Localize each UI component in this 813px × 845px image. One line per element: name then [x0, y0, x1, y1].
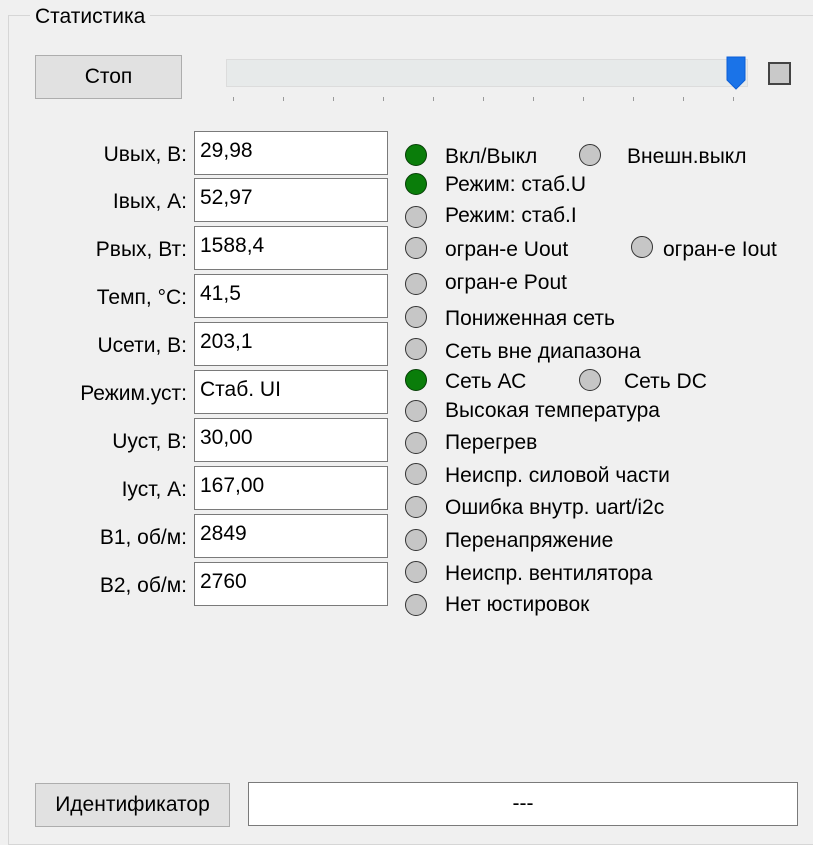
- field-fan1[interactable]: 2849: [194, 514, 388, 558]
- led-fan-fault: [405, 561, 427, 583]
- status-no-calibration: Нет юстировок: [445, 593, 590, 616]
- led-power-fault: [405, 463, 427, 485]
- led-limit-iout: [631, 236, 653, 258]
- led-no-calibration: [405, 594, 427, 616]
- field-mode-set[interactable]: Стаб. UI: [194, 370, 388, 414]
- slider-track[interactable]: [226, 59, 748, 87]
- status-high-temp: Высокая температура: [445, 399, 660, 422]
- field-umains[interactable]: 203,1: [194, 322, 388, 366]
- groupbox-title: Статистика: [30, 5, 151, 29]
- state-indicator-square: [768, 62, 791, 85]
- field-iout[interactable]: 52,97: [194, 178, 388, 222]
- label-temp: Темп, °С:: [96, 286, 187, 309]
- slider-tick: [733, 97, 734, 101]
- status-ext-off: Внешн.выкл: [627, 145, 747, 168]
- status-power-fault: Неиспр. силовой части: [445, 464, 670, 487]
- label-mode-set: Режим.уст:: [80, 382, 187, 405]
- led-ext-off: [579, 144, 601, 166]
- status-mode-stab-i: Режим: стаб.I: [445, 204, 577, 227]
- led-mode-stab-u: [405, 173, 427, 195]
- led-mode-stab-i: [405, 206, 427, 228]
- led-on-off: [405, 144, 427, 166]
- slider-thumb[interactable]: [726, 56, 746, 90]
- field-temp[interactable]: 41,5: [194, 274, 388, 318]
- status-uart-error: Ошибка внутр. uart/i2c: [445, 496, 665, 519]
- slider-tick: [683, 97, 684, 101]
- stop-button[interactable]: Стоп: [35, 55, 182, 99]
- field-fan2[interactable]: 2760: [194, 562, 388, 606]
- label-fan2: В2, об/м:: [99, 574, 187, 597]
- led-limit-pout: [405, 273, 427, 295]
- led-mains-ac: [405, 369, 427, 391]
- status-limit-iout: огран-е Iout: [663, 238, 777, 261]
- label-iset: Iуст, А:: [121, 478, 187, 501]
- slider-tick: [383, 97, 384, 101]
- led-low-mains: [405, 306, 427, 328]
- field-uset[interactable]: 30,00: [194, 418, 388, 462]
- label-umains: Uсети, В:: [97, 334, 187, 357]
- status-mains-out-of-range: Сеть вне диапазона: [445, 340, 641, 363]
- status-limit-pout: огран-е Pout: [445, 271, 568, 294]
- label-pout: Рвых, Вт:: [95, 238, 187, 261]
- field-uout[interactable]: 29,98: [194, 131, 388, 175]
- led-overvoltage: [405, 529, 427, 551]
- slider-tick: [583, 97, 584, 101]
- led-high-temp: [405, 400, 427, 422]
- identifier-button[interactable]: Идентификатор: [35, 783, 230, 827]
- status-limit-uout: огран-е Uout: [445, 238, 569, 261]
- slider-tick: [283, 97, 284, 101]
- status-mains-ac: Сеть АС: [445, 370, 527, 393]
- led-uart-error: [405, 496, 427, 518]
- label-uout: Uвых, В:: [103, 143, 187, 166]
- slider-tick: [333, 97, 334, 101]
- slider-tick: [433, 97, 434, 101]
- led-mains-out-of-range: [405, 338, 427, 360]
- slider-tick: [633, 97, 634, 101]
- status-mode-stab-u: Режим: стаб.U: [445, 173, 587, 196]
- status-fan-fault: Неиспр. вентилятора: [445, 562, 653, 585]
- status-overvoltage: Перенапряжение: [445, 529, 614, 552]
- field-pout[interactable]: 1588,4: [194, 226, 388, 270]
- status-low-mains: Пониженная сеть: [445, 307, 615, 330]
- slider-tick: [233, 97, 234, 101]
- led-limit-uout: [405, 237, 427, 259]
- status-on-off: Вкл/Выкл: [445, 145, 538, 168]
- slider-tick: [483, 97, 484, 101]
- field-iset[interactable]: 167,00: [194, 466, 388, 510]
- label-uset: Uуст, В:: [112, 430, 187, 453]
- label-iout: Iвых, А:: [112, 190, 187, 213]
- label-fan1: В1, об/м:: [99, 526, 187, 549]
- slider-tick: [533, 97, 534, 101]
- status-overheat: Перегрев: [445, 431, 538, 454]
- led-overheat: [405, 432, 427, 454]
- identifier-field[interactable]: ---: [248, 782, 798, 826]
- led-mains-dc: [579, 369, 601, 391]
- status-mains-dc: Сеть DC: [624, 370, 707, 393]
